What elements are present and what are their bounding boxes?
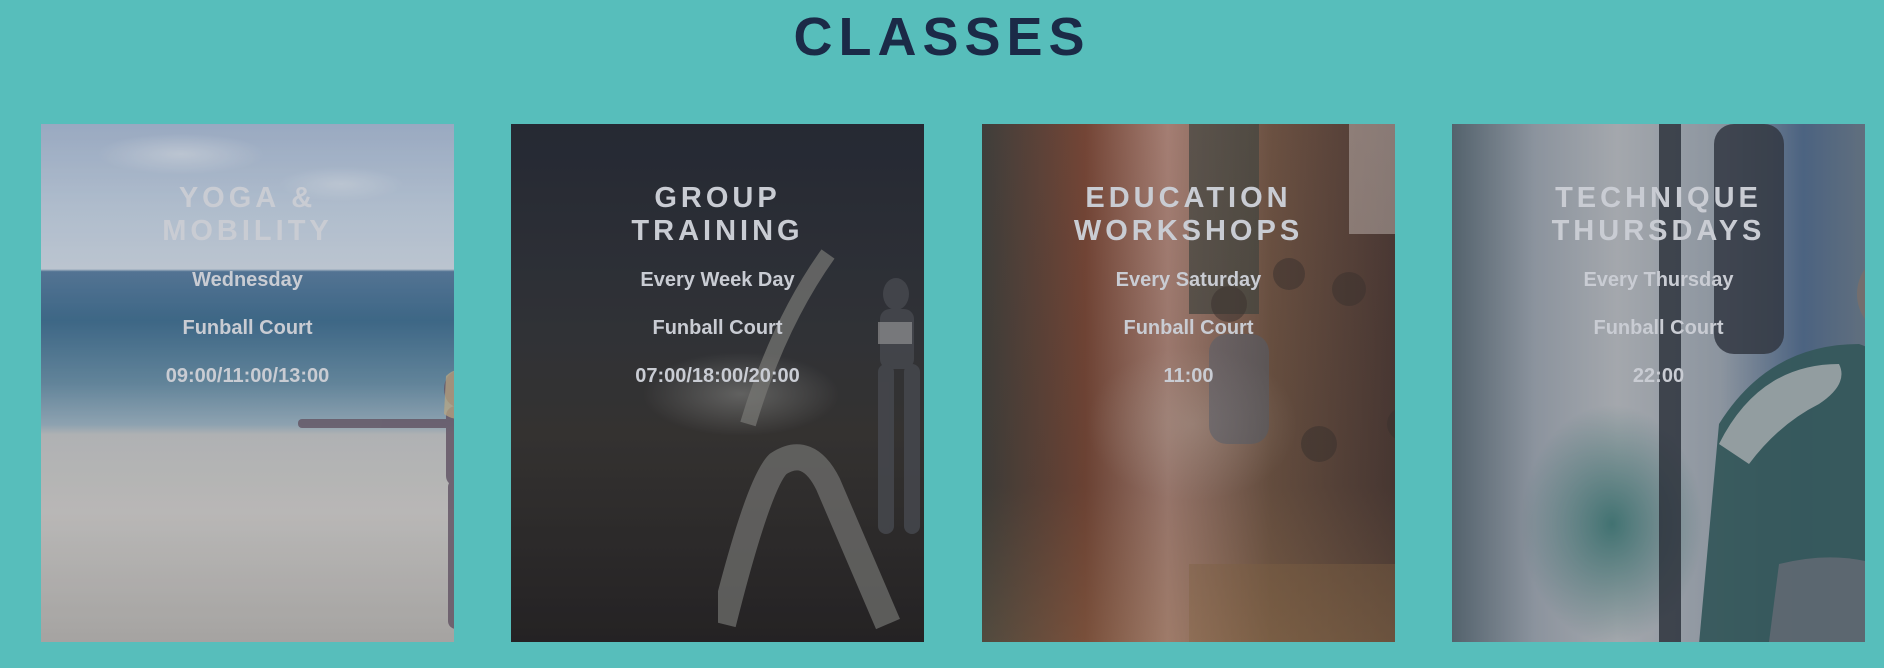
class-times: 07:00/18:00/20:00	[635, 365, 800, 387]
class-title: EDUCATION WORKSHOPS	[1073, 182, 1304, 247]
class-location: Funball Court	[652, 317, 783, 339]
class-title: YOGA & MOBILITY	[162, 182, 333, 247]
class-schedule: Every Week Day	[640, 269, 795, 291]
class-times: 09:00/11:00/13:00	[165, 365, 330, 387]
page-title: CLASSES	[793, 7, 1091, 67]
class-times: 22:00	[1632, 365, 1685, 387]
card-content: EDUCATION WORKSHOPS Every Saturday Funba…	[982, 182, 1395, 392]
class-location: Funball Court	[1593, 317, 1724, 339]
class-schedule: Wednesday	[192, 269, 303, 291]
card-content: YOGA & MOBILITY Wednesday Funball Court …	[41, 182, 454, 392]
class-title: GROUP TRAINING	[631, 182, 804, 247]
class-schedule: Every Saturday	[1115, 269, 1262, 291]
class-location: Funball Court	[1123, 317, 1254, 339]
class-card-education-workshops[interactable]: EDUCATION WORKSHOPS Every Saturday Funba…	[982, 124, 1395, 642]
class-card-group-training[interactable]: GROUP TRAINING Every Week Day Funball Co…	[511, 124, 924, 642]
card-content: TECHNIQUE THURSDAYS Every Thursday Funba…	[1452, 182, 1865, 392]
class-title: TECHNIQUE THURSDAYS	[1551, 182, 1766, 247]
class-schedule: Every Thursday	[1583, 269, 1734, 291]
class-location: Funball Court	[182, 317, 313, 339]
class-card-technique-thursdays[interactable]: TECHNIQUE THURSDAYS Every Thursday Funba…	[1452, 124, 1865, 642]
card-content: GROUP TRAINING Every Week Day Funball Co…	[511, 182, 924, 392]
class-card-yoga[interactable]: YOGA & MOBILITY Wednesday Funball Court …	[41, 124, 454, 642]
class-times: 11:00	[1163, 365, 1214, 387]
